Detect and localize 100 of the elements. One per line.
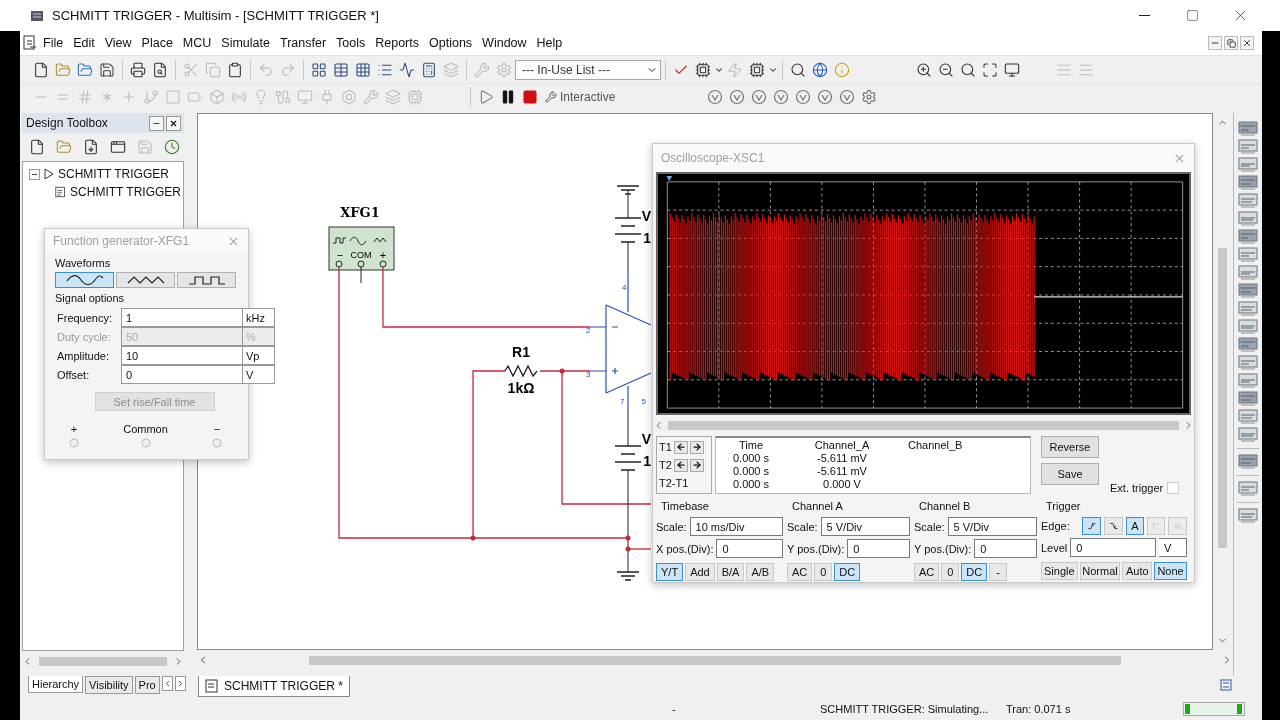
menu-item[interactable]: Help xyxy=(531,34,568,52)
coupling-button[interactable]: AC xyxy=(914,563,940,581)
push-button[interactable]: Reverse xyxy=(1041,436,1099,458)
settings-icon[interactable] xyxy=(860,87,879,106)
hash-icon[interactable] xyxy=(76,87,94,106)
instrument-icon[interactable] xyxy=(1238,427,1258,443)
cable-icon[interactable] xyxy=(274,87,292,106)
globe-icon[interactable] xyxy=(811,60,829,79)
document-tab[interactable]: SCHMITT TRIGGER * xyxy=(198,676,350,697)
spreadsheet-icon[interactable] xyxy=(354,60,372,79)
fullscreen-icon[interactable] xyxy=(1003,60,1021,79)
push-button[interactable]: Save xyxy=(1041,463,1099,485)
instrument-icon[interactable] xyxy=(1238,157,1258,173)
layers-icon[interactable] xyxy=(384,87,402,106)
menu-item[interactable]: View xyxy=(99,34,137,52)
edge-button[interactable] xyxy=(1081,517,1101,535)
minimize-button[interactable] xyxy=(1208,36,1222,50)
instrument-icon[interactable] xyxy=(1238,193,1258,209)
instrument-icon[interactable] xyxy=(1238,355,1258,371)
input-field[interactable]: 10 xyxy=(121,346,243,365)
bolt-icon[interactable] xyxy=(340,87,358,106)
input-field[interactable]: 1 xyxy=(121,308,243,327)
scrollbar[interactable] xyxy=(653,419,1194,432)
save-icon[interactable] xyxy=(98,60,116,79)
input-field[interactable]: 0 xyxy=(121,365,243,384)
coupling-button[interactable]: AC xyxy=(787,563,813,581)
trigger-mode-button[interactable]: Auto xyxy=(1122,562,1153,580)
probe-icon[interactable] xyxy=(728,87,747,106)
instrument-icon[interactable] xyxy=(1238,391,1258,407)
source-button[interactable]: A xyxy=(1125,517,1144,535)
window-icon[interactable] xyxy=(109,138,127,156)
chip-icon[interactable] xyxy=(748,60,766,79)
edge-button[interactable] xyxy=(1103,517,1123,535)
close-button[interactable] xyxy=(166,115,181,131)
unit-field[interactable]: kHz xyxy=(243,308,275,327)
unit-field[interactable]: Vp xyxy=(243,346,275,365)
menu-item[interactable]: Edit xyxy=(68,34,100,52)
grid-icon[interactable] xyxy=(310,60,328,79)
open-folder-icon[interactable] xyxy=(55,138,73,156)
probe-icon[interactable] xyxy=(816,87,835,106)
menu-item[interactable]: Transfer xyxy=(274,34,332,52)
left-arrow-button[interactable] xyxy=(673,440,688,454)
left-arrow-button[interactable] xyxy=(673,458,688,472)
instrument-icon[interactable] xyxy=(1238,301,1258,317)
calculator-icon[interactable] xyxy=(420,60,438,79)
instrument-icon[interactable] xyxy=(1238,121,1258,137)
zoom-out-icon[interactable] xyxy=(937,60,955,79)
restore-button[interactable] xyxy=(1224,36,1238,50)
probe-icon[interactable] xyxy=(794,87,813,106)
menu-item[interactable]: MCU xyxy=(177,34,217,52)
zoom-area-icon[interactable] xyxy=(959,60,977,79)
tab-right-button[interactable] xyxy=(174,676,186,691)
coupling-button[interactable]: DC xyxy=(834,563,861,581)
instrument-icon[interactable] xyxy=(1238,337,1258,353)
new-file-icon[interactable] xyxy=(32,60,50,79)
right-arrow-button[interactable] xyxy=(689,440,704,454)
print-preview-icon[interactable] xyxy=(151,60,169,79)
paste-icon[interactable] xyxy=(226,60,244,79)
interactive-button[interactable]: Interactive xyxy=(541,88,620,105)
panel-tab[interactable]: Pro xyxy=(134,676,160,694)
scale-field[interactable]: 10 ms/Div xyxy=(689,517,783,536)
chip-icon[interactable] xyxy=(694,60,712,79)
instrument-icon[interactable] xyxy=(1238,265,1258,281)
mode-button[interactable]: B/A xyxy=(716,563,745,581)
trigger-mode-button[interactable]: Normal xyxy=(1079,562,1121,580)
scrollbar[interactable] xyxy=(22,654,184,669)
file-down-icon[interactable] xyxy=(82,138,100,156)
unit-field[interactable]: V xyxy=(243,365,275,384)
instrument-icon[interactable] xyxy=(1238,139,1258,155)
waveform-button[interactable] xyxy=(116,272,175,288)
box-icon[interactable] xyxy=(208,87,226,106)
printer-icon[interactable] xyxy=(129,60,147,79)
mode-button[interactable]: Add xyxy=(685,563,715,581)
coupling-button[interactable]: 0 xyxy=(814,563,833,581)
menu-item[interactable]: Options xyxy=(424,34,478,52)
instrument-icon[interactable] xyxy=(1238,319,1258,335)
checkbox[interactable] xyxy=(1167,482,1180,494)
wrench-icon[interactable] xyxy=(473,60,491,79)
in-use-list-dropdown[interactable]: --- In-Use List --- xyxy=(515,59,661,80)
level-field[interactable]: 0 xyxy=(1070,538,1156,557)
document-icon[interactable] xyxy=(22,35,38,51)
instrument-icon[interactable] xyxy=(1238,508,1258,524)
gear-icon[interactable] xyxy=(495,60,513,79)
instrument-icon[interactable] xyxy=(1238,211,1258,227)
trigger-mode-button[interactable]: None xyxy=(1154,562,1187,580)
instrument-icon[interactable] xyxy=(1238,373,1258,389)
mode-button[interactable]: A/B xyxy=(746,563,775,581)
mode-button[interactable]: Y/T xyxy=(656,563,684,581)
probe-icon[interactable] xyxy=(838,87,857,106)
menu-item[interactable]: Tools xyxy=(331,34,371,52)
probe-icon[interactable] xyxy=(706,87,725,106)
graph-icon[interactable] xyxy=(398,60,416,79)
panel-tab[interactable]: Hierarchy xyxy=(28,676,84,693)
right-arrow-button[interactable] xyxy=(689,458,704,472)
coupling-button[interactable]: - xyxy=(989,563,1008,581)
tree-item[interactable]: SCHMITT TRIGGER xyxy=(70,185,181,199)
search-icon[interactable] xyxy=(789,60,807,79)
instrument-icon[interactable] xyxy=(1238,481,1258,497)
clock-icon[interactable] xyxy=(163,138,181,156)
stop-button[interactable] xyxy=(521,87,539,106)
